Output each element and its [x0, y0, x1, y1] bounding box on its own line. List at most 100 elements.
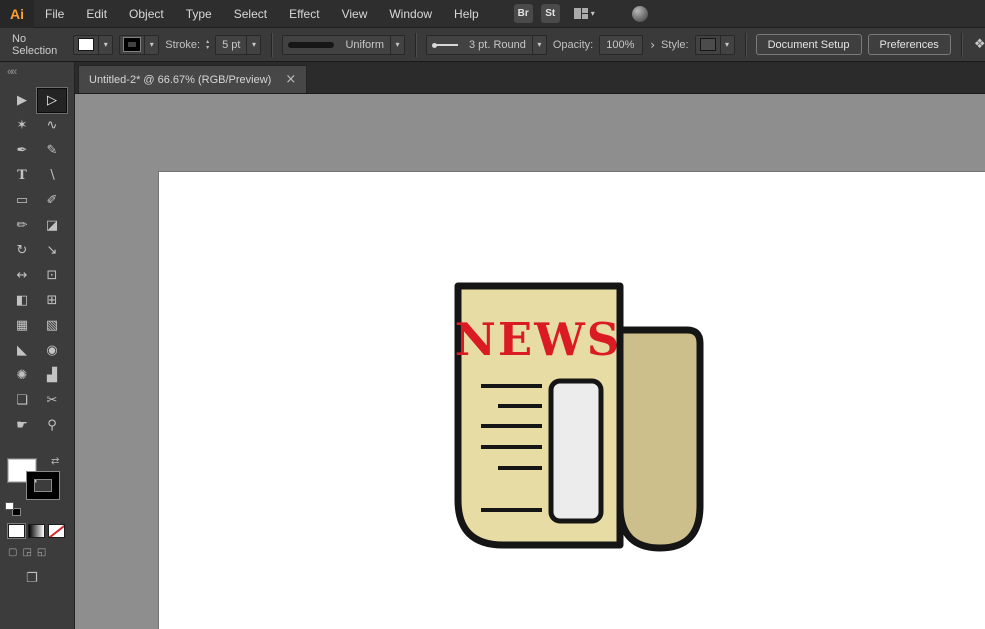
menubar-icons: Br St ▾	[514, 4, 649, 23]
pencil-tool[interactable]: ✏	[7, 213, 37, 238]
stroke-color-dropdown[interactable]: ▾	[119, 35, 159, 55]
menu-select[interactable]: Select	[223, 0, 278, 28]
opacity-value: 100%	[606, 39, 634, 51]
brush-dropdown[interactable]: 3 pt. Round ▾	[426, 35, 547, 55]
brush-value: 3 pt. Round	[463, 39, 532, 51]
pencil-tool-icon: ✏	[17, 218, 28, 233]
opacity-input[interactable]: 100%	[599, 35, 643, 55]
shape-builder-tool[interactable]: ◧	[7, 288, 37, 313]
cs-live-icon[interactable]	[631, 5, 649, 23]
menu-type[interactable]: Type	[175, 0, 223, 28]
menu-object[interactable]: Object	[118, 0, 175, 28]
symbol-sprayer-tool-icon: ✺	[17, 368, 28, 383]
style-dropdown[interactable]: ▾	[695, 35, 735, 55]
blend-tool[interactable]: ◉	[37, 338, 67, 363]
menu-view[interactable]: View	[331, 0, 379, 28]
workspace-switcher[interactable]: ▾	[574, 8, 595, 19]
paintbrush-tool[interactable]: ✐	[37, 188, 67, 213]
preferences-button[interactable]: Preferences	[868, 34, 951, 55]
pen-tool[interactable]: ✒	[7, 138, 37, 163]
stock-button[interactable]: St	[541, 4, 560, 23]
bridge-button[interactable]: Br	[514, 4, 533, 23]
gradient-tool[interactable]: ▧	[37, 313, 67, 338]
zoom-tool-icon: ⚲	[47, 418, 57, 433]
opacity-flyout-icon[interactable]: ›	[650, 38, 655, 52]
column-graph-tool[interactable]: ▟	[37, 363, 67, 388]
workspace-layout-icon	[574, 8, 588, 19]
draw-inside-icon[interactable]: ◱	[37, 547, 46, 558]
menu-help[interactable]: Help	[443, 0, 490, 28]
rectangle-tool[interactable]: ▭	[7, 188, 37, 213]
scale-tool[interactable]: ↘	[37, 238, 67, 263]
stroke-label: Stroke:	[165, 39, 200, 51]
symbol-sprayer-tool[interactable]: ✺	[7, 363, 37, 388]
slice-tool[interactable]: ✂	[37, 388, 67, 413]
gradient-tool-icon: ▧	[46, 318, 58, 333]
slice-tool-icon: ✂	[47, 393, 58, 408]
color-button[interactable]	[8, 524, 25, 538]
eraser-tool-icon: ◪	[46, 218, 58, 233]
draw-mode-row: ▢ ◲ ◱	[0, 547, 74, 558]
control-bar: No Selection ▾ ▾ Stroke: ▴ ▾ 5 pt ▾ Unif…	[0, 28, 985, 62]
paintbrush-tool-icon: ✐	[47, 193, 58, 208]
chevron-down-icon: ▾	[395, 40, 399, 49]
document-setup-button[interactable]: Document Setup	[756, 34, 862, 55]
mesh-tool[interactable]: ▦	[7, 313, 37, 338]
lasso-tool-icon: ∿	[47, 118, 58, 133]
rotate-tool[interactable]: ↻	[7, 238, 37, 263]
canvas[interactable]: NEWS	[75, 94, 985, 629]
selection-tool[interactable]: ▶	[7, 88, 37, 113]
stroke-width-stepper[interactable]: ▴ ▾	[206, 39, 209, 50]
free-transform-tool[interactable]: ⊡	[37, 263, 67, 288]
menu-file[interactable]: File	[34, 0, 75, 28]
panel-widget[interactable]: ❖ ▾	[974, 37, 985, 52]
draw-behind-icon[interactable]: ◲	[22, 547, 31, 558]
curvature-tool[interactable]: ✎	[37, 138, 67, 163]
eraser-tool[interactable]: ◪	[37, 213, 67, 238]
color-mode-row	[0, 524, 74, 538]
screen-mode-button[interactable]: ❐	[26, 571, 38, 586]
newspaper-photo-placeholder	[551, 381, 601, 521]
width-profile-dropdown[interactable]: Uniform ▾	[282, 35, 405, 55]
separator	[745, 33, 746, 57]
stroke-width-value: 5 pt	[216, 39, 246, 51]
type-tool[interactable]: T	[7, 163, 37, 188]
zoom-tool[interactable]: ⚲	[37, 413, 67, 438]
line-segment-tool[interactable]: ∖	[37, 163, 67, 188]
eyedropper-tool[interactable]: ◣	[7, 338, 37, 363]
stroke-swatch[interactable]	[27, 472, 59, 499]
direct-selection-tool[interactable]: ▷	[37, 88, 67, 113]
menu-effect[interactable]: Effect	[278, 0, 330, 28]
selection-tool-icon: ▶	[17, 93, 27, 108]
fill-color-dropdown[interactable]: ▾	[73, 35, 113, 55]
draw-normal-icon[interactable]: ▢	[8, 547, 17, 558]
menu-window[interactable]: Window	[378, 0, 443, 28]
width-tool[interactable]: ↔	[7, 263, 37, 288]
panel-widget-icon: ❖	[974, 37, 985, 52]
document-tab[interactable]: Untitled-2* @ 66.67% (RGB/Preview) ×	[78, 65, 307, 93]
tools-grid: ▶ ▷✶ ∿ ✒ ✎ T∖▭ ✐ ✏ ◪ ↻↘↔⊡◧⊞▦ ▧ ◣ ◉ ✺ ▟ ❏ ✂ ☛ ⚲	[0, 88, 74, 438]
panel-collapse-button[interactable]: ««	[0, 62, 74, 88]
newspaper-artwork[interactable]: NEWS	[75, 94, 985, 629]
column-graph-tool-icon: ▟	[47, 368, 57, 383]
menu-edit[interactable]: Edit	[75, 0, 118, 28]
lasso-tool[interactable]: ∿	[37, 113, 67, 138]
document-tabbar: Untitled-2* @ 66.67% (RGB/Preview) ×	[75, 62, 985, 94]
magic-wand-tool[interactable]: ✶	[7, 113, 37, 138]
none-button[interactable]	[48, 524, 65, 538]
artboard-tool[interactable]: ❏	[7, 388, 37, 413]
curvature-tool-icon: ✎	[47, 143, 58, 158]
stroke-width-dropdown[interactable]: 5 pt ▾	[215, 35, 261, 55]
perspective-grid-tool[interactable]: ⊞	[37, 288, 67, 313]
default-fill-stroke-icon[interactable]	[5, 502, 21, 516]
style-label: Style:	[661, 39, 689, 51]
close-icon[interactable]: ×	[285, 73, 296, 86]
width-profile-value: Uniform	[339, 39, 390, 51]
hand-tool-icon: ☛	[16, 418, 28, 433]
swap-fill-stroke-icon[interactable]: ⇄	[51, 456, 59, 467]
width-profile-preview	[288, 42, 334, 48]
screen-mode-row: ❐	[0, 569, 74, 587]
hand-tool[interactable]: ☛	[7, 413, 37, 438]
eyedropper-tool-icon: ◣	[17, 343, 27, 358]
gradient-button[interactable]	[28, 524, 45, 538]
